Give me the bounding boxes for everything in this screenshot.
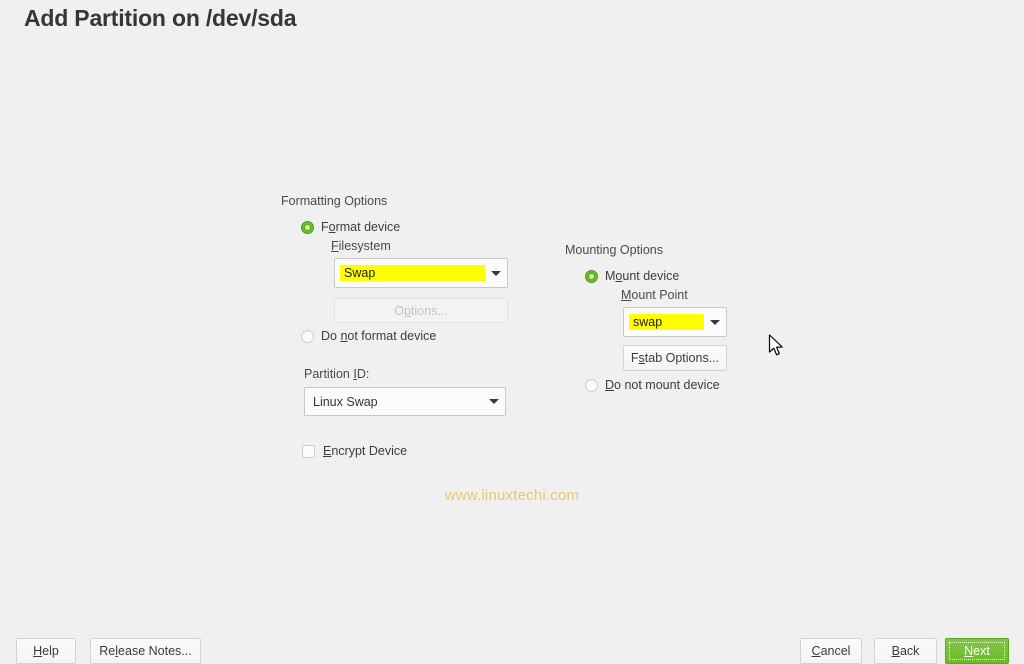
back-button[interactable]: Back [874, 638, 937, 664]
checkbox-encrypt-device[interactable]: Encrypt Device [302, 444, 407, 458]
radio-do-not-format-label: Do not format device [321, 329, 436, 343]
radio-indicator-on [301, 220, 314, 234]
label-mnemonic: M [621, 288, 632, 302]
label-post: ext [973, 644, 990, 658]
filesystem-value: Swap [340, 265, 485, 281]
radio-format-device[interactable]: Format device [301, 220, 400, 234]
filesystem-combobox[interactable]: Swap [334, 258, 508, 288]
label-mnemonic: B [891, 644, 900, 658]
mounting-options-group-label: Mounting Options [565, 243, 663, 257]
label-post: tab Options... [644, 351, 720, 365]
chevron-down-icon[interactable] [710, 319, 720, 325]
label-pre: O [394, 303, 404, 318]
label-post: tions... [410, 303, 448, 318]
radio-do-not-mount-device[interactable]: Do not mount device [585, 378, 720, 392]
label-pre: F [321, 220, 329, 234]
watermark: www.linuxtechi.com [444, 487, 580, 504]
label-post: ease Notes... [118, 644, 192, 658]
release-notes-button[interactable]: Re l ease Notes... [90, 638, 201, 664]
label-mnemonic: o [328, 220, 336, 234]
encrypt-device-label: Encrypt Device [323, 444, 407, 458]
label-post: D: [356, 367, 370, 381]
formatting-options-group-label: Formatting Options [281, 194, 388, 208]
label-mnemonic: H [33, 644, 43, 658]
label-pre: Partition [304, 367, 354, 381]
label-pre: F [630, 351, 639, 365]
mount-point-combobox[interactable]: swap [623, 307, 727, 337]
radio-indicator-off [585, 378, 598, 392]
label-post: ack [899, 644, 920, 658]
cancel-button[interactable]: Cancel [800, 638, 862, 664]
label-post: elp [42, 644, 59, 658]
checkbox-indicator [302, 444, 315, 458]
radio-format-device-label: Format device [321, 220, 400, 234]
radio-mount-device[interactable]: Mount device [585, 269, 679, 283]
mount-point-value: swap [629, 314, 704, 330]
label-mnemonic: C [811, 644, 821, 658]
partition-id-combobox[interactable]: Linux Swap [304, 387, 506, 416]
label-pre: M [605, 269, 616, 283]
label-post: ancel [820, 644, 851, 658]
label-mnemonic: F [331, 239, 339, 253]
partition-form: Formatting Options Format device Filesys… [0, 0, 1024, 620]
label-post: rmat device [335, 220, 401, 234]
label-post: ot format device [347, 329, 437, 343]
help-button[interactable]: Help [16, 638, 76, 664]
radio-indicator-off [301, 329, 314, 343]
chevron-down-icon[interactable] [489, 399, 499, 404]
filesystem-options-button[interactable]: Op tions... [334, 298, 508, 323]
label-pre: Re [99, 644, 116, 658]
mount-point-label: Mount Point [621, 288, 688, 302]
label-post: ncrypt Device [331, 444, 408, 458]
radio-indicator-on [585, 269, 598, 283]
next-button[interactable]: Next [945, 638, 1009, 664]
label-post: o not mount device [614, 378, 720, 392]
label-mnemonic: D [605, 378, 615, 392]
partition-id-label: Partition ID: [304, 367, 369, 381]
radio-do-not-format-device[interactable]: Do not format device [301, 329, 436, 343]
label-post: unt device [622, 269, 680, 283]
label-post: ilesystem [338, 239, 391, 253]
fstab-options-button[interactable]: Fs tab Options... [623, 345, 727, 371]
radio-do-not-mount-label: Do not mount device [605, 378, 720, 392]
partition-id-value: Linux Swap [313, 394, 378, 409]
filesystem-label: Filesystem [331, 239, 391, 253]
label-mnemonic: N [964, 644, 974, 658]
label-pre: Do [321, 329, 341, 343]
chevron-down-icon[interactable] [491, 270, 501, 276]
label-post: ount Point [631, 288, 688, 302]
label-mnemonic: p [403, 303, 411, 318]
radio-mount-device-label: Mount device [605, 269, 679, 283]
